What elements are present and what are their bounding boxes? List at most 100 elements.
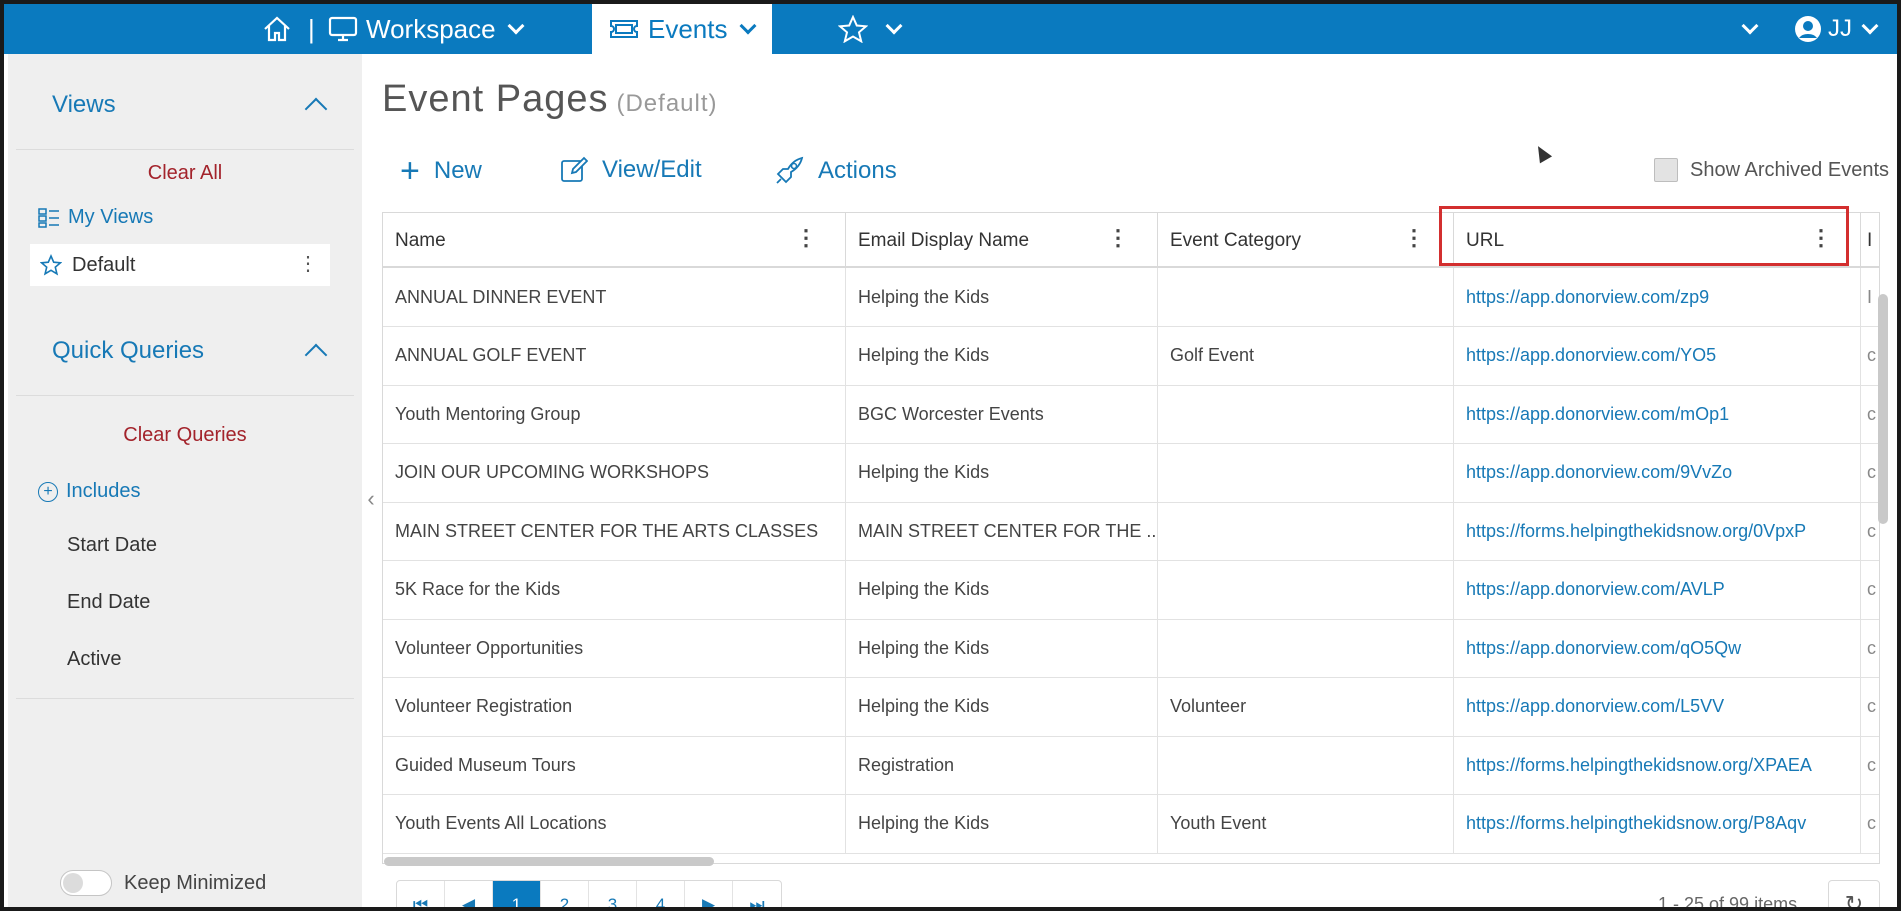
cell-url-link[interactable]: https://forms.helpingthekidsnow.org/0Vpx… [1454, 502, 1861, 560]
page-title-text: Event Pages [382, 78, 609, 120]
cell-event-category: Volunteer [1158, 677, 1454, 736]
column-header-name[interactable]: Name ⋮ [383, 213, 846, 268]
previous-page-button[interactable]: ◀ [445, 881, 493, 911]
user-initials: JJ [1828, 15, 1852, 42]
cell-url-link[interactable]: https://forms.helpingthekidsnow.org/P8Aq… [1454, 794, 1861, 853]
cell-extra: c [1861, 795, 1879, 853]
cell-email-display-name: Helping the Kids [846, 268, 1158, 326]
next-page-button[interactable]: ▶ [685, 881, 733, 907]
cell-event-category [1158, 443, 1454, 502]
workspace-menu[interactable]: Workspace [328, 4, 525, 54]
previous-page-icon: ◀ [461, 895, 476, 911]
query-item-start-date[interactable]: Start Date [67, 534, 157, 557]
show-archived-checkbox[interactable] [1654, 158, 1678, 182]
includes-link[interactable]: + Includes [38, 480, 141, 503]
first-page-button[interactable]: ⏮ [397, 881, 445, 907]
collapse-sidebar-button[interactable]: ‹ [362, 474, 380, 524]
table-row[interactable]: 5K Race for the Kids Helping the Kids http… [383, 560, 1879, 620]
views-grid-icon [38, 207, 59, 228]
cell-url-link[interactable]: https://app.donorview.com/L5VV [1454, 677, 1861, 736]
column-header-label: URL [1466, 229, 1505, 251]
table-row[interactable]: Guided Museum Tours Registration https://f… [383, 736, 1879, 795]
keep-minimized-toggle-row: Keep Minimized [60, 870, 266, 896]
cell-url-link[interactable]: https://app.donorview.com/9VvZo [1454, 443, 1861, 502]
page-button-2[interactable]: 2 [541, 881, 589, 907]
table-row[interactable]: Youth Mentoring Group BGC Worcester Event… [383, 385, 1879, 444]
column-menu-icon[interactable]: ⋮ [1403, 227, 1425, 249]
views-panel-header[interactable]: Views [16, 60, 354, 150]
more-menu-button[interactable] [1738, 4, 1759, 54]
cell-event-category: Golf Event [1158, 326, 1454, 385]
cell-event-category [1158, 736, 1454, 794]
monitor-icon [328, 16, 358, 42]
actions-label: Actions [818, 157, 897, 184]
column-header-email-display-name[interactable]: Email Display Name ⋮ [846, 213, 1158, 268]
keep-minimized-toggle[interactable] [60, 870, 112, 896]
column-header-url[interactable]: URL ⋮ [1454, 213, 1861, 268]
table-row[interactable]: Volunteer Opportunities Helping the Kids h… [383, 619, 1879, 678]
star-icon [838, 15, 868, 43]
cell-url-link[interactable]: https://app.donorview.com/qO5Qw [1454, 619, 1861, 677]
view-edit-button[interactable]: View/Edit [560, 156, 702, 184]
column-menu-icon[interactable]: ⋮ [795, 227, 817, 249]
views-title: Views [52, 90, 116, 118]
page-button-4[interactable]: 4 [637, 881, 685, 907]
cell-url-link[interactable]: https://app.donorview.com/mOp1 [1454, 385, 1861, 443]
horizontal-scrollbar[interactable] [384, 857, 714, 866]
cell-email-display-name: Helping the Kids [846, 560, 1158, 619]
refresh-button[interactable]: ↻ [1828, 880, 1880, 907]
column-header-label: Event Category [1170, 229, 1301, 251]
column-header-event-category[interactable]: Event Category ⋮ [1158, 213, 1454, 268]
cell-email-display-name: Helping the Kids [846, 619, 1158, 677]
cell-url-link[interactable]: https://app.donorview.com/AVLP [1454, 560, 1861, 619]
cell-url-link[interactable]: https://app.donorview.com/YO5 [1454, 326, 1861, 385]
cell-extra: c [1861, 561, 1879, 619]
cell-email-display-name: MAIN STREET CENTER FOR THE ... [846, 502, 1158, 560]
table-row[interactable]: Youth Events All Locations Helping the Ki… [383, 794, 1879, 854]
kebab-menu-icon[interactable]: ⋮ [298, 254, 318, 274]
events-label: Events [648, 13, 728, 44]
column-header-extra[interactable]: I [1861, 213, 1879, 268]
column-menu-icon[interactable]: ⋮ [1810, 227, 1832, 249]
quick-queries-panel-header[interactable]: Quick Queries [16, 306, 354, 396]
page-button-3[interactable]: 3 [589, 881, 637, 907]
show-archived-label: Show Archived Events [1690, 158, 1889, 181]
actions-button[interactable]: Actions [774, 156, 897, 186]
my-views-link[interactable]: My Views [38, 206, 153, 229]
home-button[interactable] [262, 4, 292, 54]
last-page-button[interactable]: ⏭ [733, 881, 781, 907]
view-edit-label: View/Edit [602, 156, 702, 183]
pagination: ⏮ ◀ 1 2 3 4 ▶ ⏭ [396, 880, 782, 911]
cell-name: JOIN OUR UPCOMING WORKSHOPS [383, 443, 846, 502]
clear-queries-link[interactable]: Clear Queries [8, 424, 362, 447]
cell-url-link[interactable]: https://app.donorview.com/zp9 [1454, 268, 1861, 326]
app-window: | Workspace Events JJ Views Clear All My… [0, 0, 1901, 911]
table-row[interactable]: MAIN STREET CENTER FOR THE ARTS CLASSES M… [383, 502, 1879, 561]
table-row[interactable]: Volunteer Registration Helping the Kids Vo… [383, 677, 1879, 737]
page-button-1[interactable]: 1 [493, 881, 541, 907]
cell-email-display-name: Helping the Kids [846, 443, 1158, 502]
tab-events[interactable]: Events [592, 4, 772, 54]
column-menu-icon[interactable]: ⋮ [1107, 227, 1129, 249]
cell-url-link[interactable]: https://forms.helpingthekidsnow.org/XPAE… [1454, 736, 1861, 794]
view-item-default[interactable]: Default ⋮ [30, 244, 330, 286]
column-header-label: Name [395, 229, 446, 251]
page-subtitle: (Default) [616, 90, 718, 117]
cell-event-category [1158, 560, 1454, 619]
clear-all-link[interactable]: Clear All [8, 162, 362, 185]
cell-extra: c [1861, 678, 1879, 736]
edit-icon [561, 156, 588, 182]
home-icon [264, 16, 290, 42]
new-label: New [433, 157, 482, 184]
favorites-menu[interactable] [838, 4, 903, 54]
table-row[interactable]: JOIN OUR UPCOMING WORKSHOPS Helping the K… [383, 443, 1879, 503]
query-item-end-date[interactable]: End Date [67, 591, 150, 614]
cell-name: Volunteer Opportunities [383, 619, 846, 677]
table-row[interactable]: ANNUAL DINNER EVENT Helping the Kids https… [383, 268, 1879, 327]
table-row[interactable]: ANNUAL GOLF EVENT Helping the Kids Golf Ev… [383, 326, 1879, 386]
cell-event-category [1158, 268, 1454, 326]
user-menu[interactable]: JJ [1794, 4, 1879, 54]
vertical-scrollbar[interactable] [1878, 294, 1888, 524]
new-button[interactable]: + New [400, 154, 482, 188]
query-item-active[interactable]: Active [67, 648, 121, 671]
